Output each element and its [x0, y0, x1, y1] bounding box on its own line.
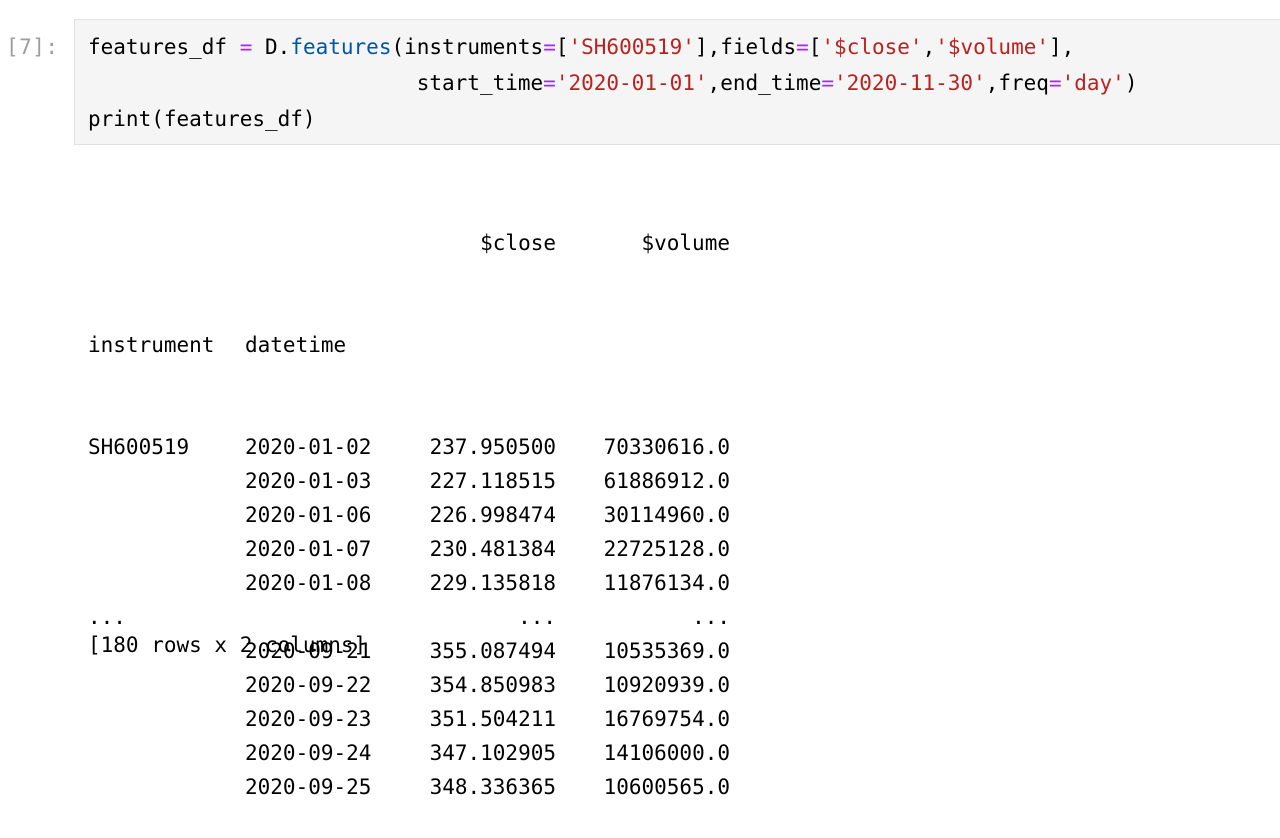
index-header-instrument: instrument: [88, 333, 215, 357]
code-line-1[interactable]: features_df = D.features(instruments=['S…: [88, 29, 1074, 65]
index-header-datetime: datetime: [245, 333, 347, 357]
table-row: 2020-09-22 354.850983 10920939.0: [88, 668, 730, 702]
row-datetime: 2020-01-03: [245, 469, 372, 493]
row-volume: 70330616.0: [603, 435, 730, 459]
row-datetime: 2020-09-22: [245, 673, 372, 697]
row-volume: 61886912.0: [603, 469, 730, 493]
output-column-header: $close $volume: [88, 226, 730, 260]
row-datetime: 2020-09-23: [245, 707, 372, 731]
table-row: 2020-01-06 226.998474 30114960.0: [88, 498, 730, 532]
row-close: ...: [518, 605, 556, 629]
code-line-3[interactable]: print(features_df): [88, 101, 316, 137]
column-header-volume: $volume: [641, 231, 730, 255]
row-close: 355.087494: [429, 639, 556, 663]
output-index-header: instrument datetime: [88, 328, 346, 362]
output-summary: [180 rows x 2 columns]: [88, 633, 367, 657]
row-volume: 30114960.0: [603, 503, 730, 527]
table-row: 2020-01-08 229.135818 11876134.0: [88, 566, 730, 600]
table-row: 2020-09-25 348.336365 10600565.0: [88, 770, 730, 804]
table-row: 2020-09-24 347.102905 14106000.0: [88, 736, 730, 770]
row-close: 230.481384: [429, 537, 556, 561]
row-datetime: 2020-01-06: [245, 503, 372, 527]
row-close: 348.336365: [429, 775, 556, 799]
table-row: 2020-09-23 351.504211 16769754.0: [88, 702, 730, 736]
row-close: 226.998474: [429, 503, 556, 527]
row-instrument: ...: [88, 605, 126, 629]
row-datetime: 2020-01-07: [245, 537, 372, 561]
row-close: 237.950500: [429, 435, 556, 459]
table-row: 2020-01-03 227.118515 61886912.0: [88, 464, 730, 498]
row-close: 229.135818: [429, 571, 556, 595]
table-row: 2020-01-07 230.481384 22725128.0: [88, 532, 730, 566]
row-datetime: 2020-01-02: [245, 435, 372, 459]
row-datetime: 2020-01-08: [245, 571, 372, 595]
row-datetime: 2020-09-24: [245, 741, 372, 765]
row-volume: 11876134.0: [603, 571, 730, 595]
row-volume: 10535369.0: [603, 639, 730, 663]
row-volume: 10920939.0: [603, 673, 730, 697]
input-prompt: [7]:: [6, 35, 59, 59]
row-datetime: 2020-09-25: [245, 775, 372, 799]
row-volume: 22725128.0: [603, 537, 730, 561]
row-volume: 10600565.0: [603, 775, 730, 799]
row-close: 351.504211: [429, 707, 556, 731]
column-header-close: $close: [480, 231, 556, 255]
row-volume: 16769754.0: [603, 707, 730, 731]
table-row: SH600519 2020-01-02 237.950500 70330616.0: [88, 430, 730, 464]
table-row: .........: [88, 600, 730, 634]
cell-output: $close $volume instrument datetime SH600…: [88, 158, 730, 838]
row-volume: ...: [692, 605, 730, 629]
code-line-2[interactable]: start_time='2020-01-01',end_time='2020-1…: [88, 65, 1138, 101]
row-close: 227.118515: [429, 469, 556, 493]
row-close: 354.850983: [429, 673, 556, 697]
row-volume: 14106000.0: [603, 741, 730, 765]
row-close: 347.102905: [429, 741, 556, 765]
row-instrument: SH600519: [88, 435, 190, 459]
